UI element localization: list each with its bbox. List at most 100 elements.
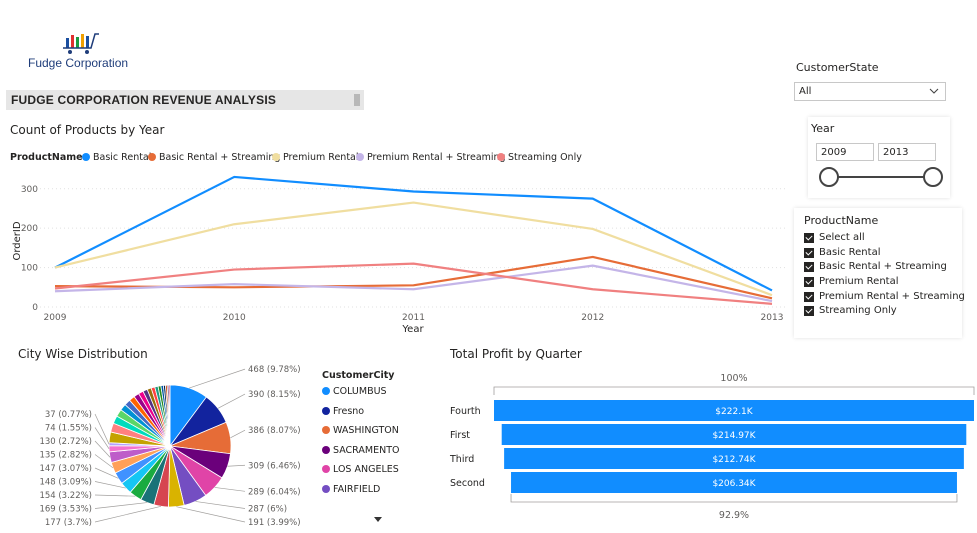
pie-chart-plot: 468 (9.78%) 390 (8.15%) 386 (8.07%) 309 (6.… bbox=[39, 365, 301, 528]
bar-value-label: $212.74K bbox=[712, 455, 756, 465]
category-label: Third bbox=[449, 454, 474, 465]
legend-dot-icon bbox=[322, 465, 330, 473]
report-title-bar: FUDGE CORPORATION REVENUE ANALYSIS bbox=[6, 90, 364, 110]
leader-line bbox=[227, 464, 246, 467]
city-legend-title: CustomerCity bbox=[322, 370, 395, 381]
data-label: 309 (6.46%) bbox=[248, 461, 301, 471]
legend-item-premium-rental[interactable]: Premium Rental bbox=[272, 152, 359, 163]
checkbox-checked-icon bbox=[804, 306, 814, 316]
legend-item-basic-rental[interactable]: Basic Rental bbox=[82, 152, 151, 163]
data-label: 390 (8.15%) bbox=[248, 390, 301, 400]
checkbox-checked-icon bbox=[804, 277, 814, 287]
year-slider-start-handle[interactable] bbox=[819, 167, 839, 187]
checkbox-checked-icon bbox=[804, 292, 814, 302]
x-tick-label: 2013 bbox=[761, 313, 784, 323]
data-label: 147 (3.07%) bbox=[39, 464, 92, 474]
customer-state-label: CustomerState bbox=[796, 61, 879, 74]
legend-item-basic-rental-streaming[interactable]: Basic Rental + Streaming bbox=[148, 152, 280, 163]
checkbox-checked-icon bbox=[804, 233, 814, 243]
data-label: 74 (1.55%) bbox=[45, 424, 92, 434]
checkbox-checked-icon bbox=[804, 248, 814, 258]
data-label: 287 (6%) bbox=[248, 505, 287, 515]
legend-dot-icon bbox=[322, 387, 330, 395]
product-name-slicer: ProductName bbox=[794, 208, 962, 338]
data-label: 191 (3.99%) bbox=[248, 518, 301, 528]
city-legend-fresno[interactable]: Fresno bbox=[322, 406, 364, 417]
line-chart-title: Count of Products by Year bbox=[10, 123, 165, 137]
legend-dot-icon bbox=[272, 153, 280, 161]
y-tick-label: 300 bbox=[21, 185, 38, 195]
leader-line bbox=[94, 413, 110, 445]
legend-dot-icon bbox=[322, 407, 330, 415]
legend-dot-icon bbox=[148, 153, 156, 161]
data-label: 148 (3.09%) bbox=[39, 478, 92, 488]
y-tick-label: 200 bbox=[21, 224, 38, 234]
leader-line bbox=[189, 368, 246, 389]
leader-line bbox=[94, 505, 162, 523]
year-slider-track bbox=[829, 176, 933, 178]
series-line bbox=[54, 201, 773, 297]
leader-line bbox=[94, 494, 136, 497]
bar-value-label: $222.1K bbox=[715, 407, 753, 417]
legend-dot-icon bbox=[322, 446, 330, 454]
company-logo: Fudge Corporation bbox=[26, 28, 146, 73]
category-label: Fourth bbox=[450, 406, 481, 417]
leader-line bbox=[230, 429, 246, 439]
city-legend-washington[interactable]: WASHINGTON bbox=[322, 425, 399, 436]
data-label: 135 (2.82%) bbox=[39, 451, 92, 461]
funnel-bottom-bracket bbox=[510, 494, 958, 503]
legend-dot-icon bbox=[322, 426, 330, 434]
customer-state-value: All bbox=[799, 86, 812, 97]
legend-scroll-down-icon[interactable] bbox=[373, 516, 383, 524]
data-label: 468 (9.78%) bbox=[248, 365, 301, 375]
company-name: Fudge Corporation bbox=[28, 56, 129, 70]
title-grip bbox=[354, 94, 360, 106]
data-label: 177 (3.7%) bbox=[45, 518, 92, 528]
data-label: 289 (6.04%) bbox=[248, 487, 301, 497]
funnel-top-label: 100% bbox=[720, 373, 747, 384]
bar-chart-plot: 100% Fourth $222.1K First $214.97K Third $212.… bbox=[449, 373, 975, 521]
checkbox-checked-icon bbox=[804, 262, 814, 272]
data-label: 130 (2.72%) bbox=[39, 437, 92, 447]
shopping-cart-logo-icon bbox=[63, 33, 99, 54]
leader-line bbox=[214, 487, 246, 492]
city-legend-los-angeles[interactable]: LOS ANGELES bbox=[322, 464, 399, 475]
data-label: 386 (8.07%) bbox=[248, 426, 301, 436]
category-label: First bbox=[450, 430, 470, 441]
city-legend-fairfield[interactable]: FAIRFIELD bbox=[322, 484, 380, 495]
city-legend-sacramento[interactable]: SACRAMENTO bbox=[322, 445, 399, 456]
legend-item-streaming-only[interactable]: Streaming Only bbox=[497, 152, 582, 163]
x-tick-label: 2010 bbox=[223, 313, 246, 323]
bar-value-label: $214.97K bbox=[712, 431, 756, 441]
series-line bbox=[54, 262, 773, 305]
y-tick-label: 100 bbox=[21, 264, 38, 274]
chevron-down-icon bbox=[929, 88, 939, 94]
city-legend-columbus[interactable]: COLUMBUS bbox=[322, 386, 387, 397]
line-chart-plot: 0 100 200 300 2009 2010 2011 2012 2013 Year OrderI… bbox=[12, 175, 785, 335]
legend-item-premium-rental-streaming[interactable]: Premium Rental + Streaming bbox=[356, 152, 506, 163]
legend-dot-icon bbox=[82, 153, 90, 161]
funnel-bottom-label: 92.9% bbox=[719, 510, 749, 521]
x-tick-label: 2011 bbox=[402, 313, 425, 323]
leader-line bbox=[94, 427, 110, 450]
category-label: Second bbox=[450, 478, 485, 489]
y-tick-label: 0 bbox=[32, 303, 38, 313]
legend-dot-icon bbox=[356, 153, 364, 161]
data-label: 154 (3.22%) bbox=[39, 491, 92, 501]
legend-dot-icon bbox=[322, 485, 330, 493]
year-start-input[interactable]: 2009 bbox=[816, 143, 874, 161]
data-label: 37 (0.77%) bbox=[45, 410, 92, 420]
customer-state-dropdown[interactable]: All bbox=[794, 82, 946, 101]
year-end-input[interactable]: 2013 bbox=[878, 143, 936, 161]
x-tick-label: 2009 bbox=[44, 313, 67, 323]
year-slicer-label: Year bbox=[811, 122, 835, 135]
leader-line bbox=[195, 501, 246, 509]
bar-chart-title: Total Profit by Quarter bbox=[450, 347, 582, 361]
bar-value-label: $206.34K bbox=[712, 479, 756, 489]
y-axis-title: OrderID bbox=[12, 221, 23, 260]
legend-dot-icon bbox=[497, 153, 505, 161]
year-slider-end-handle[interactable] bbox=[923, 167, 943, 187]
line-legend-title: ProductName bbox=[10, 152, 83, 163]
leader-line bbox=[217, 393, 246, 409]
data-label: 169 (3.53%) bbox=[39, 505, 92, 515]
